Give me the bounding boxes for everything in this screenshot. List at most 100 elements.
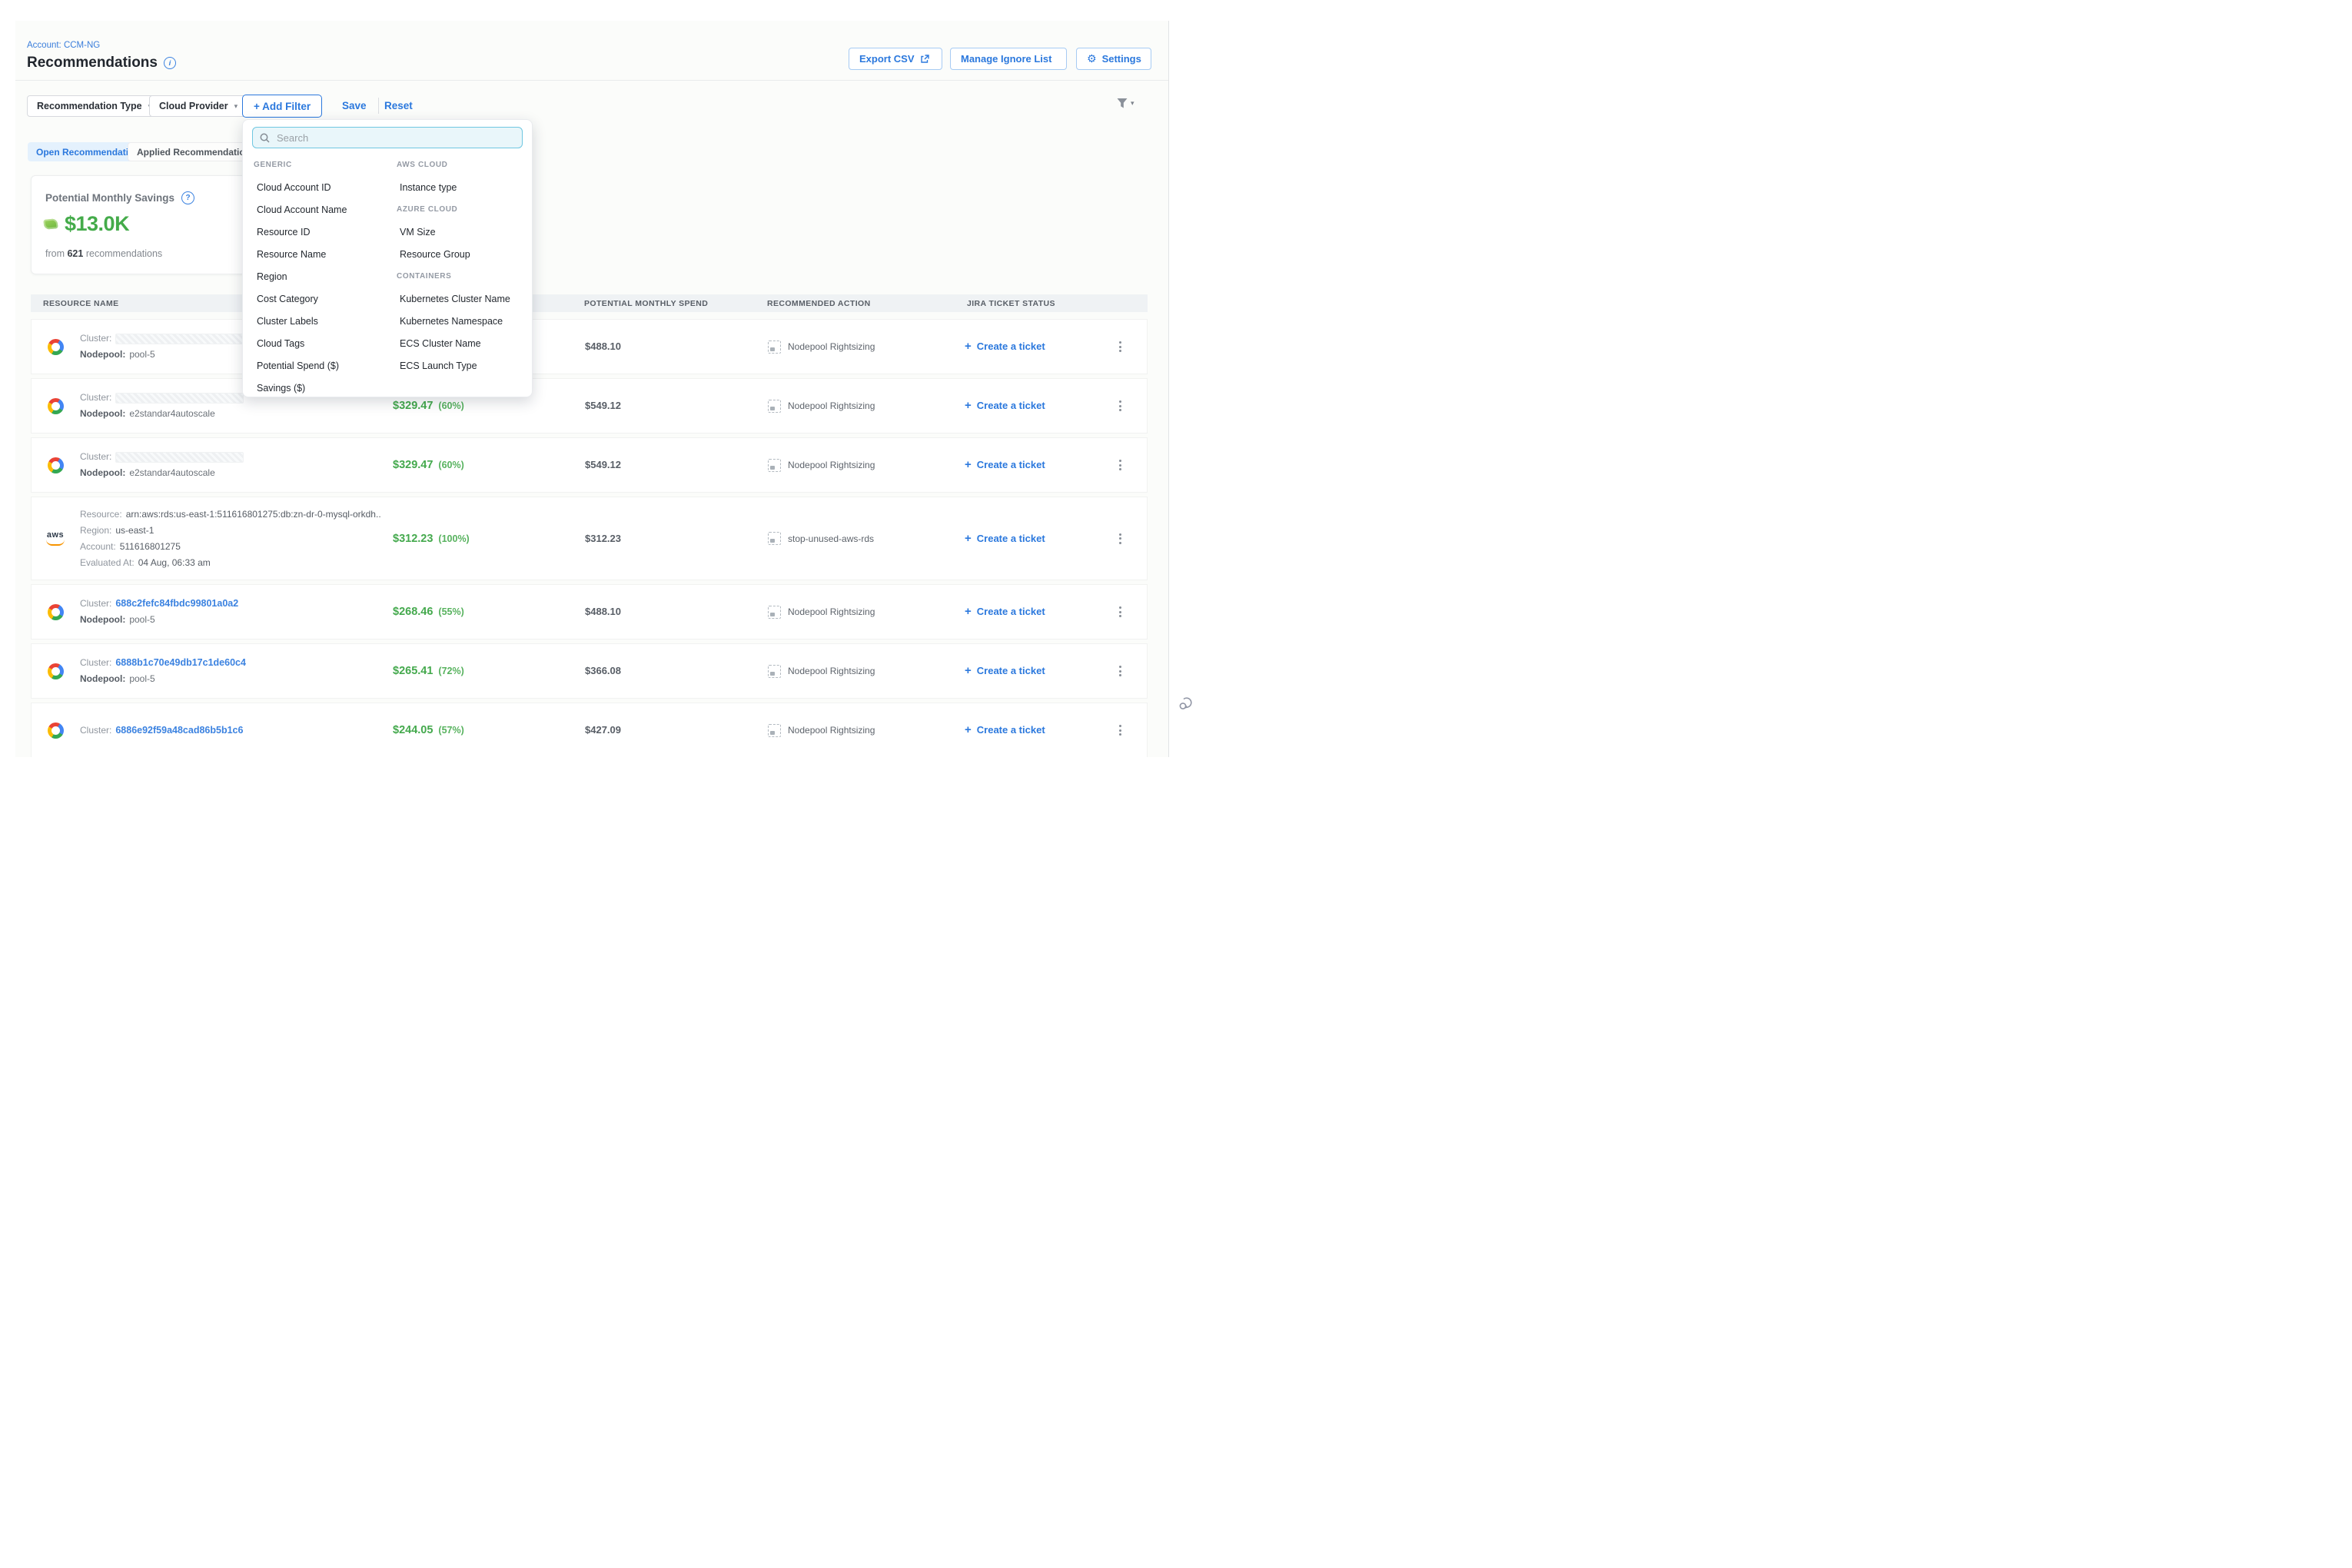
recommendations-page: Account: CCM-NG Recommendations i Export… — [0, 0, 1205, 803]
field-label: Cluster: — [80, 392, 111, 404]
table-row[interactable]: Cluster:Nodepool:pool-5$488.10Nodepool R… — [31, 319, 1148, 374]
filter-option[interactable]: ECS Launch Type — [397, 360, 477, 371]
info-icon[interactable]: i — [164, 57, 176, 69]
create-ticket-button[interactable]: +Create a ticket — [965, 341, 1045, 352]
reset-filter-link[interactable]: Reset — [384, 100, 413, 111]
cloud-provider-filter[interactable]: Cloud Provider ▾ — [149, 95, 247, 117]
filter-option[interactable]: Cloud Tags — [254, 338, 304, 349]
filter-option[interactable]: Cluster Labels — [254, 316, 318, 327]
plus-icon: + — [965, 400, 972, 410]
savings-cell: $329.47(60%) — [380, 399, 573, 413]
create-ticket-button[interactable]: +Create a ticket — [965, 665, 1045, 676]
row-menu-kebab-icon[interactable] — [1115, 529, 1126, 548]
search-input[interactable] — [275, 131, 515, 145]
table-row[interactable]: awsResource:arn:aws:rds:us-east-1:511616… — [31, 497, 1148, 580]
resource-line: Nodepool:e2standar4autoscale — [80, 408, 244, 420]
savings-percent: (55%) — [438, 606, 463, 617]
table-row[interactable]: Cluster:688c2fefc84fbdc99801a0a2Nodepool… — [31, 584, 1148, 639]
filter-funnel-icon[interactable]: ▾ — [1116, 98, 1134, 109]
filter-option[interactable]: Savings ($) — [254, 383, 305, 394]
action-cell: stop-unused-aws-rds — [752, 532, 949, 545]
account-breadcrumb[interactable]: Account: CCM-NG — [27, 41, 100, 50]
field-label: Cluster: — [80, 725, 111, 736]
resource-line: Cluster: — [80, 451, 244, 463]
table-row[interactable]: Cluster: Nodepool:e2standar4autoscale $329… — [31, 378, 1148, 434]
spend-amount: $427.09 — [585, 724, 621, 736]
money-icon — [43, 218, 58, 230]
filter-option[interactable]: Kubernetes Namespace — [397, 316, 503, 327]
filter-field-dropdown: GENERICCloud Account IDCloud Account Nam… — [242, 119, 533, 397]
create-ticket-label: Create a ticket — [977, 606, 1045, 617]
cluster-link[interactable]: 6888b1c70e49db17c1de60c4 — [115, 657, 246, 669]
filter-option[interactable]: Resource Name — [254, 249, 326, 260]
filter-option[interactable]: Resource Group — [397, 249, 470, 260]
filter-option[interactable]: Region — [254, 271, 287, 282]
resource-cell: Cluster: 6886e92f59a48cad86b5b1c6 — [32, 723, 380, 739]
recommendation-action-icon — [768, 724, 781, 737]
help-icon[interactable]: ? — [181, 191, 194, 204]
filter-option[interactable]: Potential Spend ($) — [254, 360, 339, 371]
row-menu-kebab-icon[interactable] — [1115, 456, 1126, 475]
field-label: Nodepool: — [80, 673, 125, 685]
filter-column-generic: GENERICCloud Account IDCloud Account Nam… — [254, 154, 397, 399]
table-row[interactable]: Cluster: 6886e92f59a48cad86b5b1c6 $244.05(… — [31, 703, 1148, 757]
savings-amount-row: $13.0K — [44, 212, 129, 236]
filter-option[interactable]: Cloud Account Name — [254, 204, 347, 215]
table-row[interactable]: Cluster:Nodepool:e2standar4autoscale$329… — [31, 437, 1148, 493]
filter-option[interactable]: Instance type — [397, 182, 457, 193]
create-ticket-button[interactable]: +Create a ticket — [965, 533, 1045, 544]
spend-cell: $488.10 — [573, 340, 752, 354]
filter-option[interactable]: Cloud Account ID — [254, 182, 331, 193]
row-menu-kebab-icon[interactable] — [1115, 662, 1126, 681]
resource-line: Cluster:6888b1c70e49db17c1de60c4 — [80, 657, 246, 669]
export-csv-button[interactable]: Export CSV — [849, 48, 942, 70]
resource-line: Evaluated At:04 Aug, 06:33 am — [80, 557, 380, 569]
table-row[interactable]: Cluster:6888b1c70e49db17c1de60c4 Nodepool… — [31, 643, 1148, 699]
save-filter-link[interactable]: Save — [342, 100, 367, 111]
create-ticket-button[interactable]: + Create a ticket — [965, 724, 1045, 736]
savings-total-amount: $13.0K — [65, 212, 129, 236]
savings-cell: $244.05(57%) — [380, 723, 573, 737]
aws-logo-icon: aws — [45, 531, 65, 546]
create-ticket-button[interactable]: +Create a ticket — [965, 400, 1045, 411]
help-chat-icon[interactable] — [1177, 694, 1195, 713]
create-ticket-label: Create a ticket — [977, 724, 1045, 736]
header-divider — [15, 80, 1168, 81]
create-ticket-button[interactable]: +Create a ticket — [965, 459, 1045, 470]
field-label: Nodepool: — [80, 408, 125, 420]
column-header-jira-status[interactable]: JIRA TICKET STATUS — [948, 299, 1091, 308]
recommendation-type-filter[interactable]: Recommendation Type ▾ — [27, 95, 161, 117]
plus-icon: + — [965, 725, 972, 735]
field-value: e2standar4autoscale — [129, 467, 214, 479]
cluster-link[interactable]: 6886e92f59a48cad86b5b1c6 — [115, 725, 243, 736]
manage-ignore-list-button[interactable]: Manage Ignore List — [950, 48, 1067, 70]
filter-option[interactable]: Resource ID — [254, 227, 310, 238]
jira-cell: +Create a ticket — [949, 605, 1092, 619]
row-menu-kebab-icon[interactable] — [1115, 397, 1126, 416]
savings-percent: (100%) — [438, 533, 469, 544]
resource-line: Account:511616801275 — [80, 541, 380, 553]
cluster-link[interactable]: 688c2fefc84fbdc99801a0a2 — [115, 598, 238, 610]
spend-cell: $549.12 — [573, 458, 752, 472]
filter-option[interactable]: ECS Cluster Name — [397, 338, 481, 349]
resource-line: Cluster: — [80, 333, 244, 344]
resource-line: Cluster:688c2fefc84fbdc99801a0a2 — [80, 598, 238, 610]
filter-option[interactable]: Kubernetes Cluster Name — [397, 294, 510, 304]
gcp-logo-icon — [45, 339, 65, 355]
recommendation-action-icon — [768, 459, 781, 472]
column-header-monthly-spend[interactable]: POTENTIAL MONTHLY SPEND — [572, 299, 752, 308]
add-filter-button[interactable]: + Add Filter — [242, 95, 322, 118]
row-menu-kebab-icon[interactable] — [1115, 337, 1126, 357]
filter-option[interactable]: VM Size — [397, 227, 436, 238]
field-value: pool-5 — [129, 673, 154, 685]
row-menu-kebab-icon[interactable] — [1115, 721, 1126, 740]
spend-amount: $488.10 — [585, 341, 621, 352]
menu-cell — [1092, 721, 1148, 740]
settings-button[interactable]: ⚙ Settings — [1076, 48, 1151, 70]
filter-option[interactable]: Cost Category — [254, 294, 318, 304]
resource-cell: Cluster:Nodepool:e2standar4autoscale — [32, 451, 380, 479]
create-ticket-button[interactable]: +Create a ticket — [965, 606, 1045, 617]
menu-cell — [1092, 456, 1148, 475]
column-header-recommended-action[interactable]: RECOMMENDED ACTION — [752, 299, 948, 308]
row-menu-kebab-icon[interactable] — [1115, 603, 1126, 622]
